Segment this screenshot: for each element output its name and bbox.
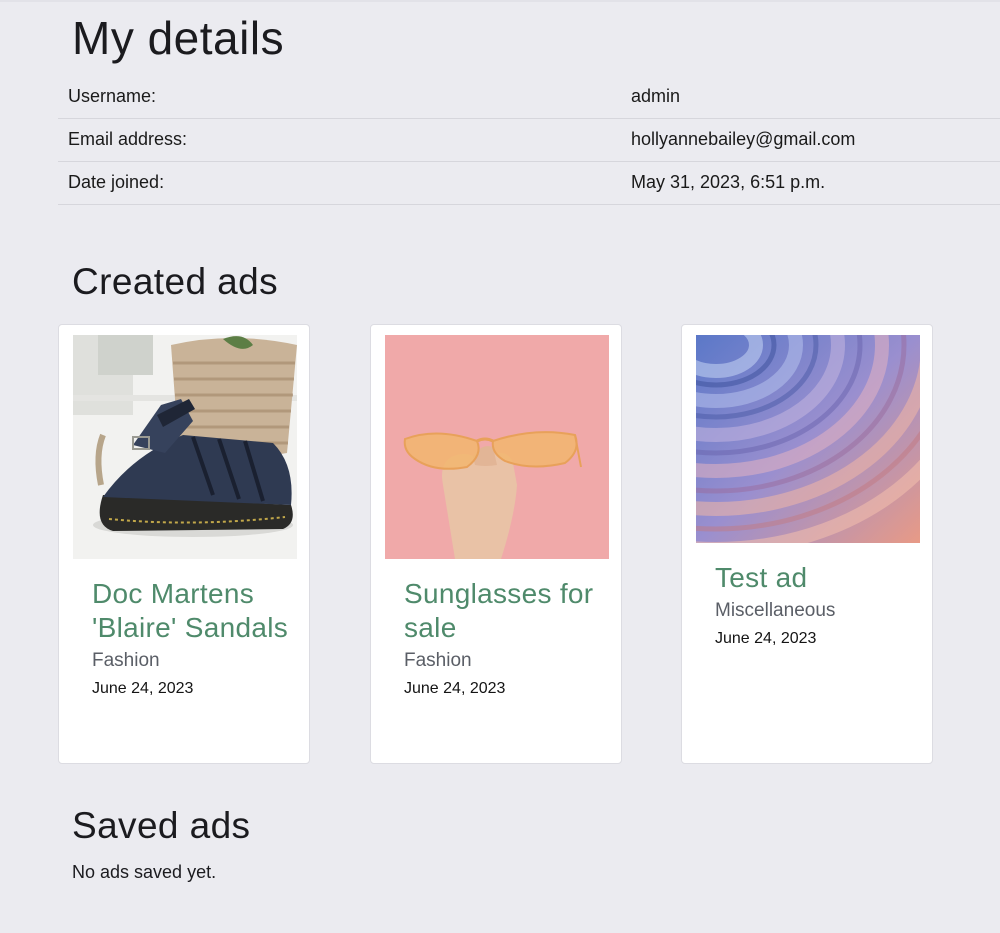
top-divider <box>0 0 1000 2</box>
ad-image[interactable] <box>696 335 920 543</box>
ad-date: June 24, 2023 <box>404 680 506 697</box>
saved-ads-heading: Saved ads <box>72 805 251 846</box>
detail-row-date-joined: Date joined: May 31, 2023, 6:51 p.m. <box>58 162 1000 205</box>
page-title: My details <box>72 12 285 64</box>
detail-label: Email address: <box>68 129 188 149</box>
ad-card[interactable]: Test ad Miscellaneous June 24, 2023 <box>681 324 933 764</box>
ad-image[interactable] <box>73 335 297 559</box>
ad-category: Fashion <box>404 650 472 671</box>
ad-card-body: Test ad Miscellaneous June 24, 2023 <box>715 561 915 650</box>
detail-value: hollyannebailey@gmail.com <box>631 129 856 149</box>
no-saved-ads-message: No ads saved yet. <box>72 862 217 882</box>
created-ads-heading: Created ads <box>72 261 278 302</box>
ad-category: Fashion <box>92 650 160 671</box>
detail-label: Date joined: <box>68 172 165 192</box>
ad-card[interactable]: Sunglasses for sale Fashion June 24, 202… <box>370 324 622 764</box>
ad-card[interactable]: Doc Martens 'Blaire' Sandals Fashion Jun… <box>58 324 310 764</box>
ad-date: June 24, 2023 <box>715 630 817 647</box>
ad-card-body: Doc Martens 'Blaire' Sandals Fashion Jun… <box>92 577 292 700</box>
profile-page: My details Username: admin Email address… <box>0 0 1000 933</box>
ad-date: June 24, 2023 <box>92 680 194 697</box>
detail-value: May 31, 2023, 6:51 p.m. <box>631 172 826 192</box>
ad-title-link[interactable]: Sunglasses for sale <box>404 577 604 645</box>
details-table: Username: admin Email address: hollyanne… <box>58 76 1000 205</box>
ad-category: Miscellaneous <box>715 600 836 621</box>
detail-label: Username: <box>68 86 157 106</box>
detail-row-email: Email address: hollyannebailey@gmail.com <box>58 119 1000 162</box>
detail-row-username: Username: admin <box>58 76 1000 119</box>
ad-card-body: Sunglasses for sale Fashion June 24, 202… <box>404 577 604 700</box>
detail-value: admin <box>631 86 681 106</box>
ad-image[interactable] <box>385 335 609 559</box>
ad-title-link[interactable]: Doc Martens 'Blaire' Sandals <box>92 577 292 645</box>
ad-title-link[interactable]: Test ad <box>715 561 915 595</box>
